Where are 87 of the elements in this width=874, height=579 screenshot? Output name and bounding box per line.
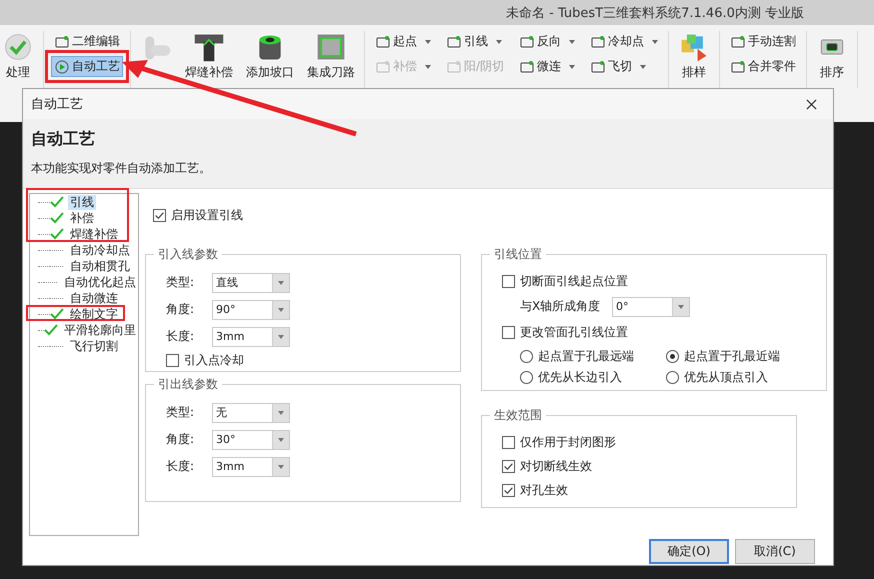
dialog-button[interactable]: 确定(O) <box>649 539 729 564</box>
caret-icon <box>278 308 284 312</box>
caret-icon <box>652 40 658 44</box>
dropdown-field[interactable]: 直线 <box>212 272 290 292</box>
radio-option[interactable]: 优先从长边引入 <box>520 369 666 386</box>
group-title: 引入线参数 <box>157 246 219 263</box>
caret-icon <box>569 40 576 44</box>
caret-icon <box>496 40 502 44</box>
tree-item[interactable]: 自动相贯孔 <box>68 258 132 274</box>
ribbon-button[interactable]: 集成刀路 <box>305 31 357 85</box>
dialog-heading: 自动工艺 <box>31 129 96 150</box>
ribbon-button[interactable]: 反向 <box>516 31 578 52</box>
ribbon-button[interactable]: 二维编辑 <box>51 31 123 52</box>
caret-icon <box>278 280 284 284</box>
field-label: 长度: <box>166 458 196 475</box>
radio-option[interactable]: 起点置于孔最远端 <box>520 348 666 365</box>
radio-button[interactable] <box>666 371 679 384</box>
field-label: 类型: <box>166 404 196 421</box>
ribbon-button[interactable]: 添加坡口 <box>244 31 296 85</box>
ribbon-button[interactable]: 手动连割 <box>727 31 800 52</box>
cut-start-checkbox[interactable]: 切断面引线起点位置 <box>502 269 812 293</box>
ribbon-button[interactable]: 引线 <box>443 31 508 52</box>
tree-item[interactable]: 引线 <box>68 194 96 210</box>
caret-icon <box>278 464 284 468</box>
ribbon-button[interactable]: 处理 <box>0 31 36 85</box>
caret-icon <box>569 64 576 68</box>
checkbox[interactable] <box>502 484 515 496</box>
dropdown-field[interactable]: 30° <box>212 430 290 450</box>
tree-item[interactable]: 自动冷却点 <box>68 242 132 258</box>
radio-button[interactable] <box>520 371 533 384</box>
dialog-description: 本功能实现对零件自动添加工艺。 <box>31 160 212 177</box>
field-label: 长度: <box>166 328 196 345</box>
caret-icon <box>678 304 684 308</box>
tree-item[interactable]: 补偿 <box>68 210 96 226</box>
radio-button[interactable] <box>666 350 679 363</box>
checkbox[interactable] <box>502 460 515 472</box>
caret-icon <box>278 334 284 338</box>
tree-item[interactable]: 自动微连 <box>68 290 120 306</box>
dropdown-field[interactable]: 3mm <box>212 326 290 346</box>
window-title: 未命名 - TubesT三维套料系统7.1.46.0内测 专业版 <box>506 4 804 22</box>
ribbon-button[interactable]: 排序 <box>814 31 850 85</box>
dropdown-field[interactable]: 90° <box>212 300 290 320</box>
tree-item[interactable]: 飞行切割 <box>68 338 120 354</box>
field-label: 角度: <box>166 431 196 448</box>
group-title: 引线位置 <box>493 246 543 263</box>
caret-icon <box>640 64 646 68</box>
checkbox[interactable] <box>502 274 515 288</box>
group-title: 生效范围 <box>493 407 543 424</box>
checkbox[interactable] <box>502 436 515 448</box>
dropdown-field[interactable]: 3mm <box>212 456 290 476</box>
scope-checkbox[interactable]: 对孔生效 <box>502 478 782 502</box>
group-title: 引出线参数 <box>157 376 219 393</box>
tree-item[interactable]: 平滑轮廓向里 <box>62 322 138 338</box>
ribbon-button[interactable]: 焊缝补偿 <box>183 31 235 85</box>
field-label: 类型: <box>166 274 196 291</box>
radio-button[interactable] <box>520 350 533 363</box>
checkbox[interactable] <box>153 209 166 222</box>
enable-checkbox[interactable]: 启用设置引线 <box>153 207 827 224</box>
scope-checkbox[interactable]: 对切断线生效 <box>502 454 782 478</box>
caret-icon <box>425 64 431 68</box>
ribbon-button[interactable]: 起点 <box>372 31 434 52</box>
scope-checkbox[interactable]: 仅作用于封闭图形 <box>502 430 782 454</box>
dialog-button[interactable]: 取消(C) <box>735 539 815 564</box>
checkbox[interactable] <box>502 326 515 338</box>
close-icon[interactable] <box>806 98 817 110</box>
ribbon-button[interactable]: 冷却点 <box>587 31 662 52</box>
ribbon-button[interactable]: 飞切 <box>587 56 662 77</box>
caret-icon <box>278 410 284 414</box>
ribbon-button[interactable]: 排样 <box>676 31 712 85</box>
radio-option[interactable]: 起点置于孔最近端 <box>666 348 812 365</box>
check-icon <box>2 31 34 63</box>
tree-item[interactable]: 焊缝补偿 <box>68 226 120 242</box>
caret-icon <box>278 438 284 442</box>
caret-icon <box>425 40 431 44</box>
tree-item[interactable]: 自动优化起点 <box>62 274 138 290</box>
checkbox[interactable] <box>166 354 179 367</box>
tree-item[interactable]: 绘制文字 <box>68 306 120 322</box>
dropdown-field[interactable]: 0° <box>612 296 690 316</box>
ribbon-button[interactable]: 微连 <box>516 56 578 77</box>
field-label: 与X轴所成角度 <box>520 298 602 315</box>
dialog-title: 自动工艺 <box>31 96 83 113</box>
hole-position-checkbox[interactable]: 更改管面孔引线位置 <box>502 320 812 344</box>
field-label: 角度: <box>166 301 196 318</box>
ribbon-button[interactable]: 合并零件 <box>727 56 800 77</box>
cooling-checkbox[interactable]: 引入点冷却 <box>166 352 446 369</box>
radio-option[interactable]: 优先从顶点引入 <box>666 369 812 386</box>
dropdown-field[interactable]: 无 <box>212 402 290 422</box>
